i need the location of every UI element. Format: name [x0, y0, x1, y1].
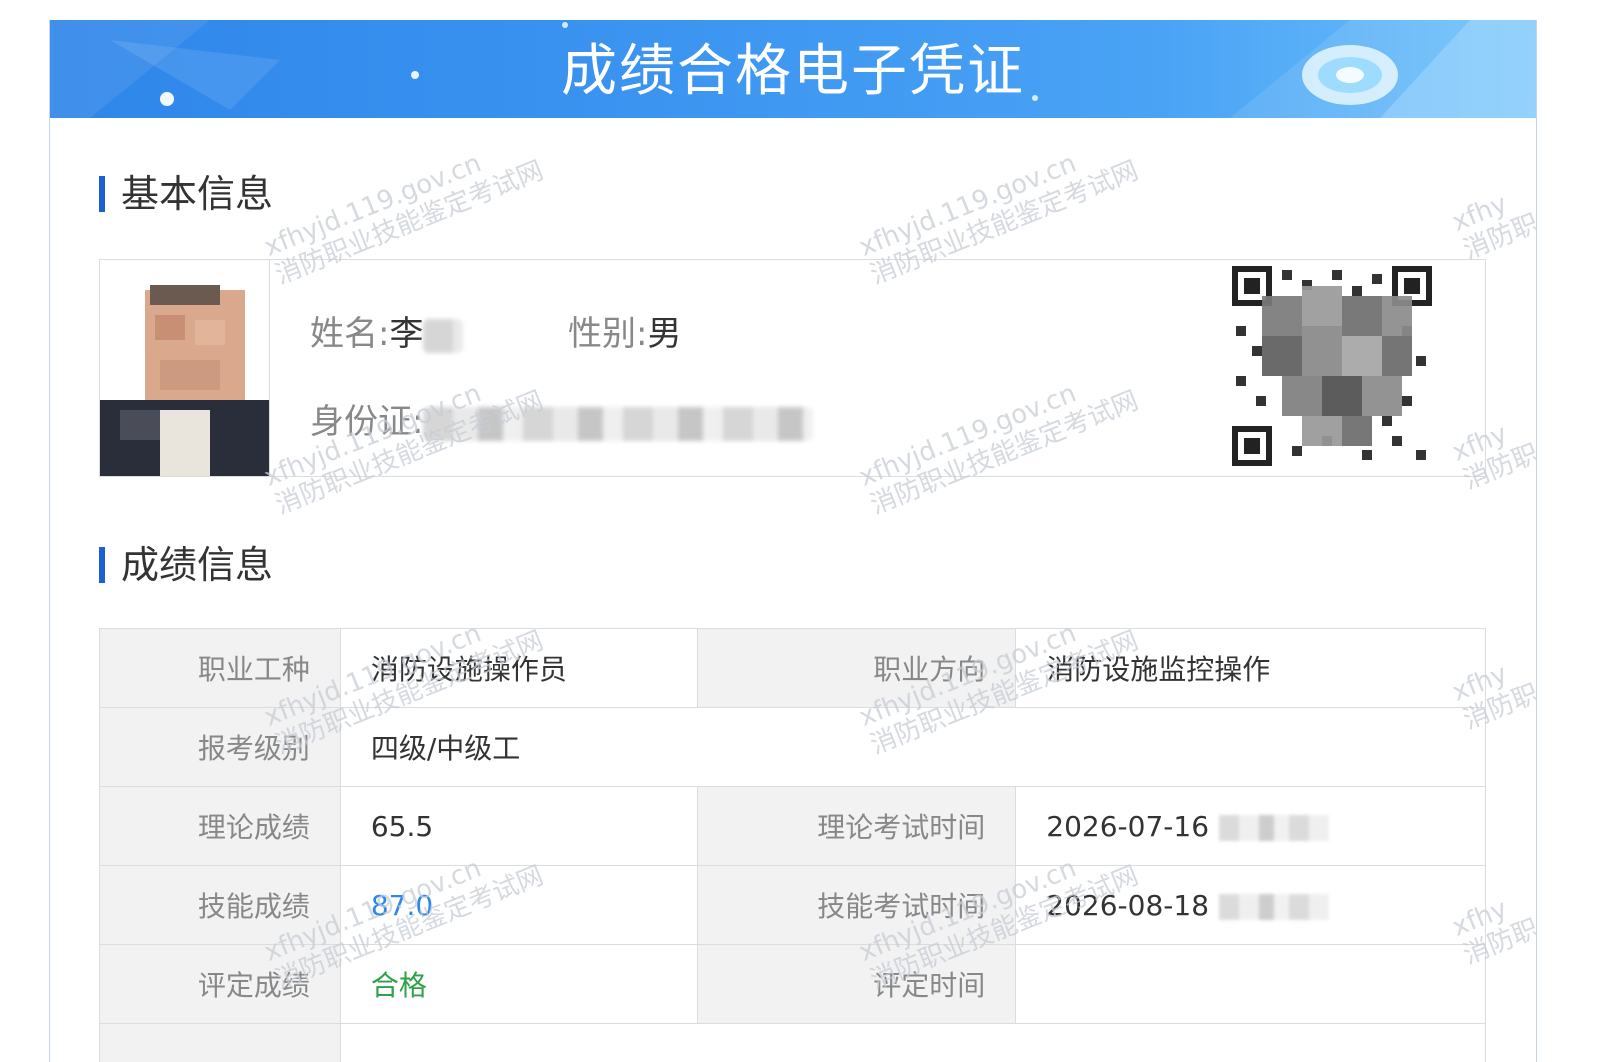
watermark-line1: xfhyjd.119.gov.cn	[855, 148, 1081, 263]
name-value: 李	[389, 314, 424, 354]
table-row: 职业工种 消防设施操作员 职业方向 消防设施监控操作	[99, 628, 1486, 708]
name-redaction	[423, 318, 464, 353]
skill-time-value: 2026-08-18	[1046, 888, 1210, 922]
id-label: 身份证:	[310, 402, 424, 442]
theory-time-label: 理论考试时间	[696, 786, 1017, 866]
qr-code	[1232, 266, 1432, 466]
evaluation-time-value	[1015, 944, 1486, 1024]
theory-time-cell: 2026-07-16	[1015, 786, 1486, 866]
gender-value: 男	[647, 314, 682, 354]
level-label: 报考级别	[99, 707, 341, 787]
empty-label	[99, 1023, 341, 1062]
direction-value: 消防设施监控操作	[1015, 628, 1486, 708]
certificate-card: 成绩合格电子凭证 基本信息 姓名:李 性别:男 身份证: 成绩信息 职业工种 消…	[49, 20, 1537, 1062]
skill-time-cell: 2026-08-18	[1015, 865, 1486, 945]
table-row	[99, 1023, 1487, 1062]
banner-title: 成绩合格电子凭证	[561, 39, 1025, 104]
table-row: 报考级别 四级/中级工	[99, 707, 1487, 787]
qr-code-icon	[1232, 266, 1432, 466]
section-title-scores: 成绩信息	[99, 543, 273, 587]
avatar	[100, 260, 270, 476]
theory-time-redaction	[1219, 814, 1330, 841]
direction-label: 职业方向	[696, 628, 1017, 708]
occupation-value: 消防设施操作员	[339, 628, 698, 708]
evaluation-label: 评定成绩	[99, 944, 341, 1024]
watermark-line1: xfhy	[1448, 188, 1512, 238]
evaluation-value: 合格	[339, 944, 698, 1024]
person-photo-icon	[100, 260, 269, 476]
table-row: 理论成绩 65.5 理论考试时间 2026-07-16	[99, 786, 1486, 866]
scores-table: 职业工种 消防设施操作员 职业方向 消防设施监控操作 报考级别 四级/中级工 理…	[99, 628, 1487, 1062]
theory-score-value: 65.5	[339, 786, 698, 866]
watermark: xfhy 消防职	[1448, 181, 1537, 266]
table-row: 技能成绩 87.0 技能考试时间 2026-08-18	[99, 865, 1486, 945]
name-row: 姓名:李	[310, 306, 464, 355]
gender-row: 性别:男	[568, 306, 681, 355]
section-title-basic: 基本信息	[99, 172, 273, 216]
skill-time-label: 技能考试时间	[696, 865, 1017, 945]
header-banner: 成绩合格电子凭证	[50, 20, 1536, 118]
gender-label: 性别:	[568, 314, 648, 354]
theory-score-label: 理论成绩	[99, 786, 341, 866]
level-value: 四级/中级工	[339, 707, 1487, 787]
table-row: 评定成绩 合格 评定时间	[99, 944, 1486, 1024]
skill-score-value: 87.0	[339, 865, 698, 945]
watermark-line2: 消防职	[1459, 208, 1537, 266]
id-row: 身份证:	[310, 394, 814, 443]
skill-score-label: 技能成绩	[99, 865, 341, 945]
theory-time-value: 2026-07-16	[1046, 809, 1210, 843]
name-label: 姓名:	[310, 314, 390, 354]
id-redaction	[423, 406, 814, 441]
watermark-line1: xfhyjd.119.gov.cn	[260, 148, 486, 263]
empty-value	[339, 1023, 1487, 1062]
evaluation-time-label: 评定时间	[696, 944, 1017, 1024]
skill-time-redaction	[1219, 893, 1330, 920]
occupation-label: 职业工种	[99, 628, 341, 708]
